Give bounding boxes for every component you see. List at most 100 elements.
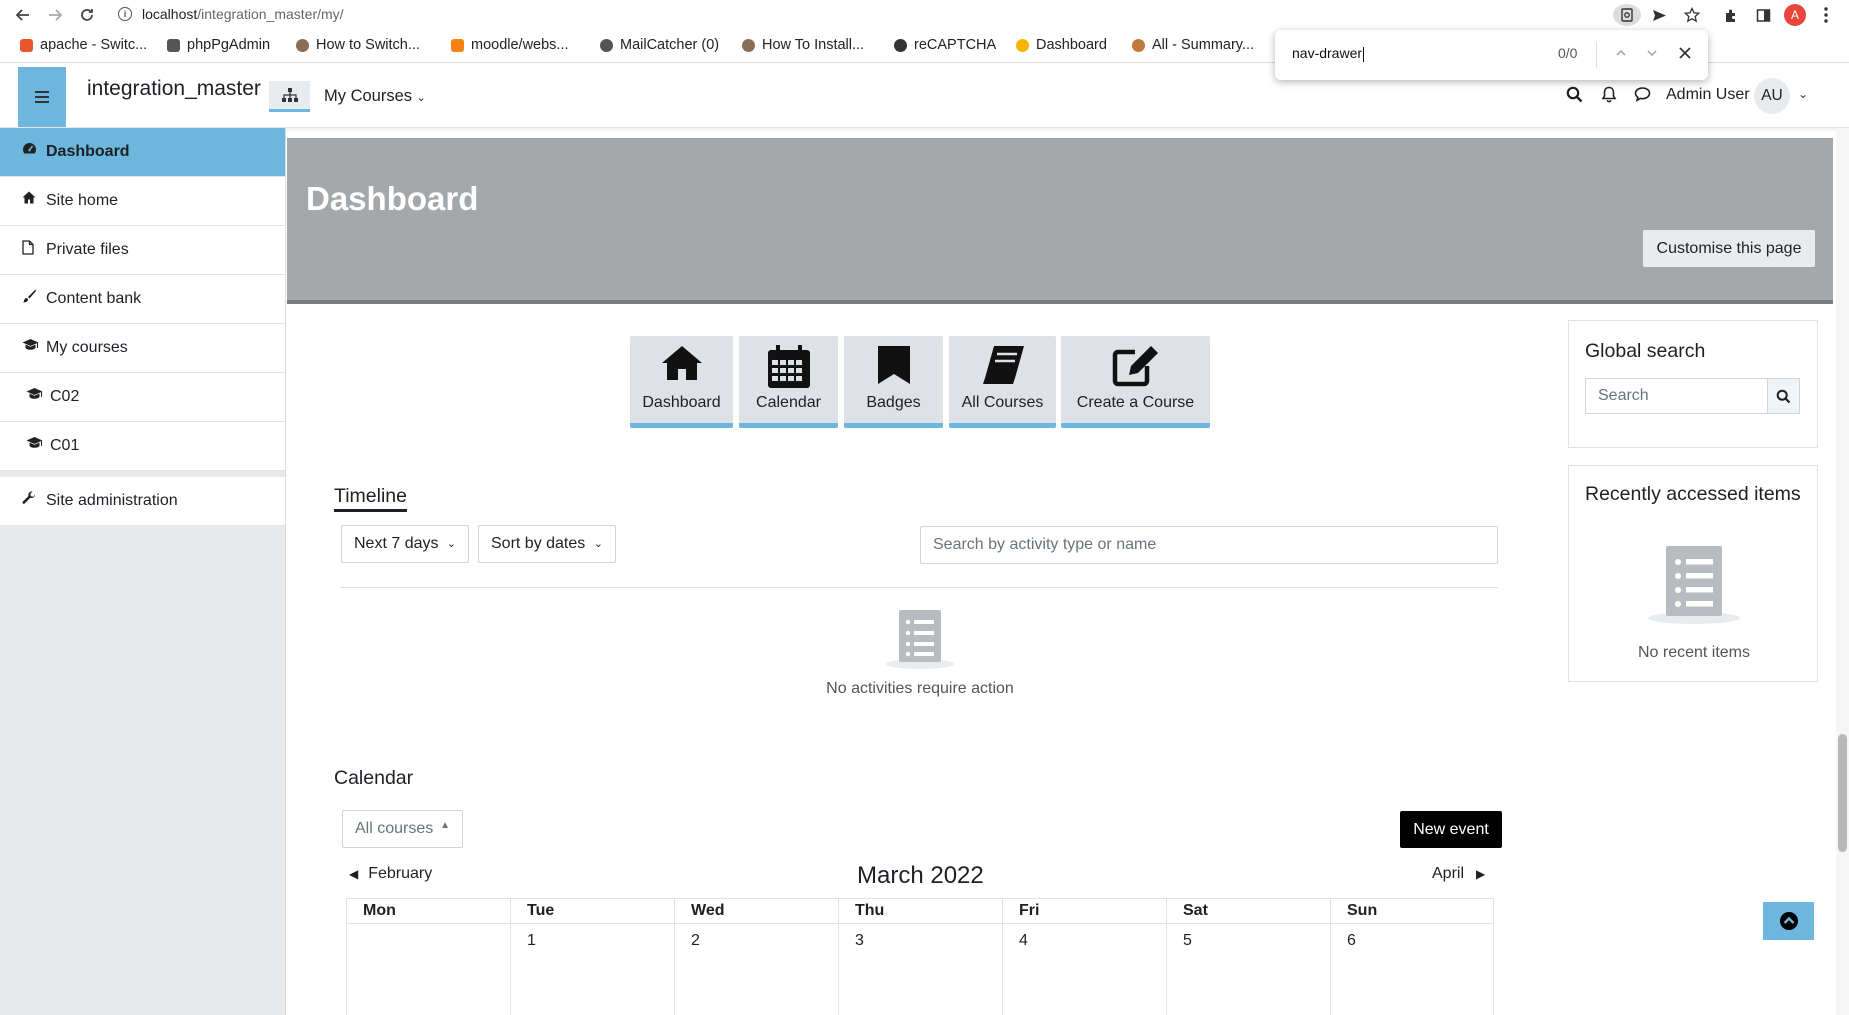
global-search-input[interactable]: Search	[1585, 378, 1767, 414]
sitemap-button[interactable]	[269, 81, 310, 112]
sidebar-item-site-home[interactable]: Site home	[0, 177, 285, 226]
mycourses-menu[interactable]: My Courses ⌄	[324, 87, 426, 106]
global-search-button[interactable]	[1767, 378, 1800, 414]
bookmark-item[interactable]: reCAPTCHA	[894, 37, 996, 53]
bookmark-item[interactable]: apache - Switc...	[20, 37, 147, 53]
bookmark-item[interactable]: moodle/webs...	[451, 37, 569, 53]
side-panel-icon[interactable]	[1752, 4, 1774, 26]
global-search-title: Global search	[1585, 340, 1706, 362]
chat-icon[interactable]	[1634, 86, 1651, 107]
chevron-down-icon: ⌄	[416, 92, 426, 104]
chevron-down-icon[interactable]: ⌄	[1798, 87, 1808, 101]
calendar-day-header: Sun	[1347, 902, 1378, 919]
nav-drawer: Dashboard Site home Private files Conten…	[0, 128, 286, 1015]
bookmark-favicon-icon	[742, 38, 755, 52]
empty-list-icon	[884, 608, 956, 675]
tile-calendar[interactable]: Calendar	[739, 336, 838, 428]
site-info-icon[interactable]: i	[118, 7, 132, 21]
drawer-toggle-button[interactable]	[18, 67, 66, 127]
scrollbar-thumb[interactable]	[1838, 734, 1847, 852]
find-in-page-bar: nav-drawer 0/0	[1275, 30, 1708, 80]
calendar-column: Fri 4	[1002, 899, 1166, 1015]
sidebar-item-course-c01[interactable]: C01	[0, 422, 285, 471]
calendar-date[interactable]: 5	[1183, 932, 1192, 950]
bookmark-favicon-icon	[894, 38, 907, 52]
new-event-button[interactable]: New event	[1400, 811, 1502, 848]
calendar-column: Sat 5	[1166, 899, 1330, 1015]
file-icon	[22, 240, 38, 256]
sidebar-item-dashboard[interactable]: Dashboard	[0, 128, 285, 177]
bookmark-star-icon[interactable]	[1681, 4, 1703, 26]
calendar-course-label: All courses	[355, 820, 434, 837]
find-in-page-icon[interactable]	[1613, 4, 1641, 26]
sidebar-item-course-c02[interactable]: C02	[0, 373, 285, 422]
calendar-course-select[interactable]: All courses ▲	[342, 810, 463, 848]
browser-menu-icon[interactable]	[1815, 4, 1837, 26]
customise-page-button[interactable]: Customise this page	[1643, 230, 1815, 267]
text-caret	[1363, 46, 1365, 62]
calendar-next-month-link[interactable]: April ▶	[1432, 865, 1485, 883]
tile-dashboard[interactable]: Dashboard	[630, 336, 733, 428]
page-title: Dashboard	[306, 180, 479, 217]
close-icon[interactable]	[1678, 46, 1692, 65]
tile-create-course[interactable]: Create a Course	[1061, 336, 1210, 428]
calendar-prev-month-link[interactable]: ◀ February	[349, 865, 432, 883]
page-scrollbar[interactable]	[1836, 128, 1849, 1015]
bookmark-label: How To Install...	[762, 37, 865, 53]
user-name[interactable]: Admin User	[1666, 86, 1750, 104]
bookmark-item[interactable]: How To Install...	[742, 37, 864, 53]
timeline-range-select[interactable]: Next 7 days ⌄	[341, 525, 469, 563]
bookmark-label: apache - Switc...	[40, 37, 148, 53]
sidebar-item-private-files[interactable]: Private files	[0, 226, 285, 275]
wrench-icon	[22, 491, 38, 507]
find-next-icon[interactable]	[1645, 46, 1659, 65]
bookmark-favicon-icon	[1132, 38, 1145, 52]
find-previous-icon[interactable]	[1614, 46, 1628, 65]
tile-all-courses[interactable]: All Courses	[949, 336, 1056, 428]
forward-arrow-icon[interactable]	[43, 3, 67, 27]
bookmark-label: moodle/webs...	[471, 37, 569, 53]
chevron-down-icon: ⌄	[446, 538, 456, 550]
edit-icon	[1112, 346, 1158, 387]
back-to-top-button[interactable]	[1763, 902, 1814, 940]
find-query: nav-drawer	[1292, 45, 1363, 61]
url-path: /integration_master/my/	[197, 6, 344, 22]
bookmark-item[interactable]: How to Switch...	[296, 37, 420, 53]
brush-icon	[22, 289, 38, 305]
bookmark-favicon-icon	[1016, 38, 1029, 52]
sidebar-item-my-courses[interactable]: My courses	[0, 324, 285, 373]
graduation-cap-icon	[26, 436, 43, 452]
bookmark-item[interactable]: Dashboard	[1016, 37, 1107, 53]
address-bar[interactable]: localhost/integration_master/my/	[142, 6, 344, 22]
bookmark-item[interactable]: phpPgAdmin	[167, 37, 270, 53]
calendar-date[interactable]: 6	[1347, 932, 1356, 950]
reload-icon[interactable]	[75, 3, 99, 27]
bell-icon[interactable]	[1601, 86, 1617, 108]
calendar-date[interactable]: 3	[855, 932, 864, 950]
recent-empty-text: No recent items	[1637, 644, 1751, 661]
calendar-date[interactable]: 2	[691, 932, 700, 950]
profile-avatar[interactable]: A	[1784, 4, 1806, 26]
timeline-search-input[interactable]: Search by activity type or name	[920, 526, 1498, 564]
hamburger-line	[35, 91, 49, 93]
tile-badges[interactable]: Badges	[844, 336, 943, 428]
recently-accessed-title: Recently accessed items	[1585, 483, 1801, 505]
send-icon[interactable]	[1648, 4, 1670, 26]
calendar-date[interactable]: 1	[527, 932, 536, 950]
sidebar-item-content-bank[interactable]: Content bank	[0, 275, 285, 324]
extensions-icon[interactable]	[1719, 4, 1741, 26]
find-input[interactable]: nav-drawer	[1292, 45, 1365, 62]
chevron-down-icon: ⌄	[593, 538, 603, 550]
empty-list-icon	[1646, 544, 1742, 631]
timeline-sort-label: Sort by dates	[491, 535, 586, 552]
search-icon[interactable]	[1566, 86, 1583, 108]
bookmark-item[interactable]: MailCatcher (0)	[600, 37, 719, 53]
sidebar-item-site-administration[interactable]: Site administration	[0, 477, 285, 526]
site-name-link[interactable]: integration_master	[87, 77, 261, 101]
calendar-date[interactable]: 4	[1019, 932, 1028, 950]
home-icon	[22, 191, 38, 207]
bookmark-item[interactable]: All - Summary...	[1132, 37, 1254, 53]
back-arrow-icon[interactable]	[11, 3, 35, 27]
timeline-sort-select[interactable]: Sort by dates ⌄	[478, 525, 616, 563]
user-avatar[interactable]: AU	[1754, 78, 1790, 114]
